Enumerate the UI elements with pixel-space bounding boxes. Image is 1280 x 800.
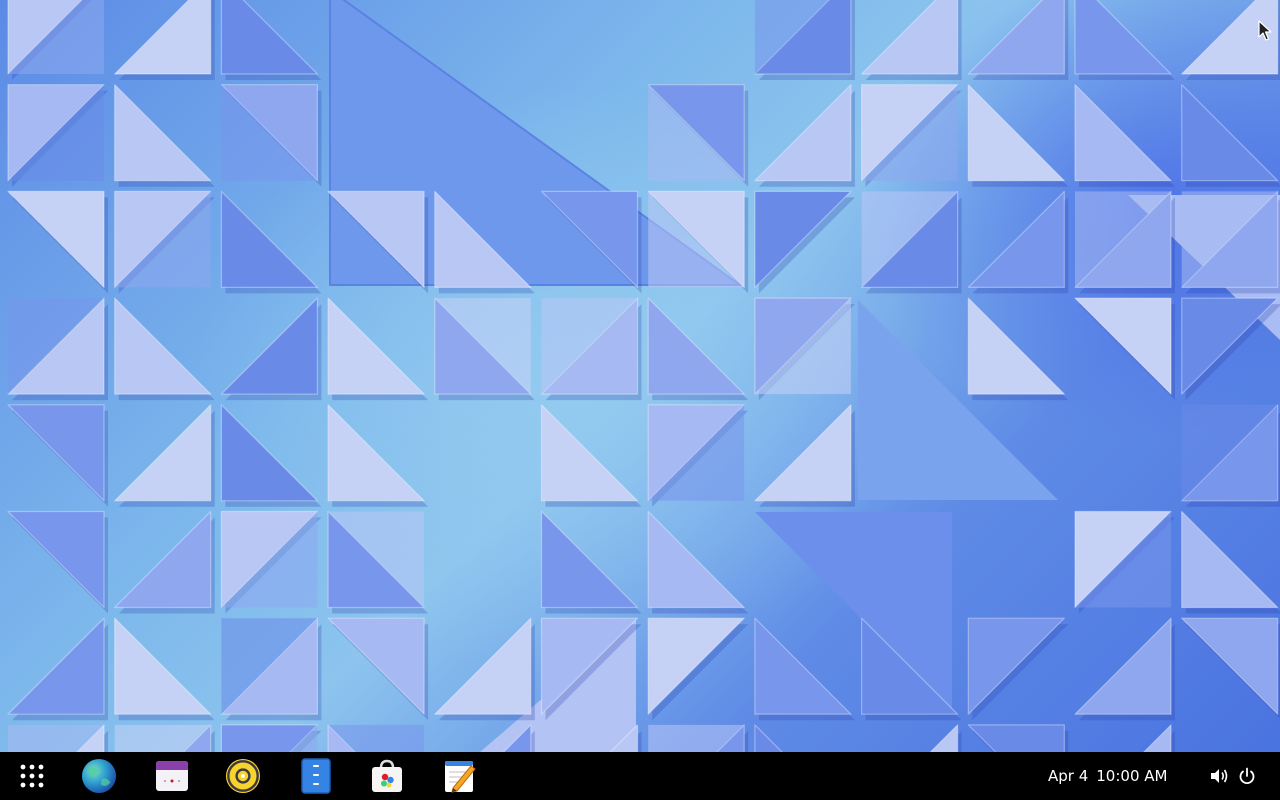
shopping-bag-icon [372,759,402,792]
app-grid-button[interactable] [14,758,50,794]
text-editor-launcher[interactable] [442,758,478,794]
text-editor-icon [445,761,476,793]
wallpaper-pattern [7,0,1280,752]
mouse-cursor-icon [1258,20,1272,41]
calendar-icon [156,761,188,791]
clock-date: Apr 4 [1048,767,1089,785]
taskbar: Apr 4 10:00 AM [0,752,1280,800]
volume-icon[interactable] [1209,766,1229,786]
files-icon [301,758,331,794]
app-grid-icon [20,764,44,788]
desktop-wallpaper [0,0,1280,752]
files-launcher[interactable] [298,758,334,794]
globe-icon [81,758,117,794]
clock[interactable]: Apr 4 10:00 AM [1048,752,1167,800]
power-icon[interactable] [1237,766,1257,786]
music-disc-icon [225,758,261,794]
calendar-launcher[interactable] [154,758,190,794]
clock-time: 10:00 AM [1096,767,1168,785]
browser-launcher[interactable] [81,758,117,794]
software-store-launcher[interactable] [369,758,405,794]
music-launcher[interactable] [225,758,261,794]
